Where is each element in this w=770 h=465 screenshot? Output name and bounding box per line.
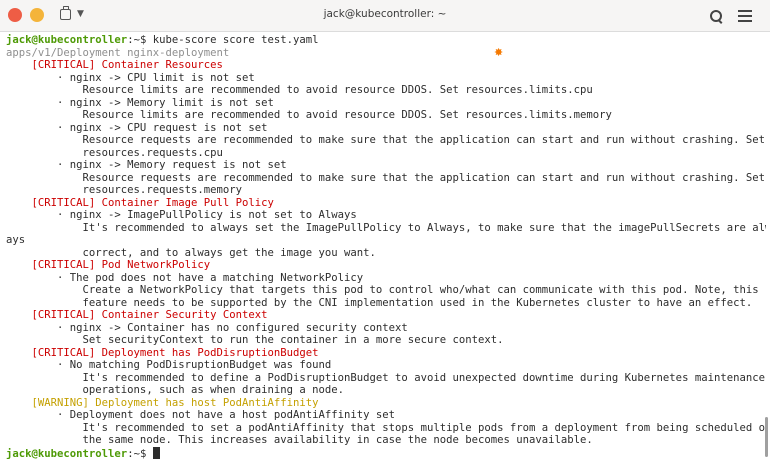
- critical-heading: [CRITICAL] Container Image Pull Policy: [6, 196, 274, 209]
- command-text: kube-score score test.yaml: [152, 34, 319, 46]
- prompt-user: jack@kubecontroller: [6, 447, 128, 460]
- output-line: It's recommended to always set the Image…: [6, 221, 766, 234]
- output-line: the same node. This increases availabili…: [6, 434, 593, 446]
- terminal-output[interactable]: ✸ jack@kubecontroller:~$ kube-score scor…: [0, 32, 766, 465]
- menu-bar-2: [738, 15, 752, 17]
- text-cursor: [152, 446, 160, 459]
- output-line: operations, such as when draining a node…: [6, 384, 345, 396]
- output-line: · nginx -> Memory limit is not set: [6, 96, 274, 109]
- hamburger-menu-icon[interactable]: [738, 10, 752, 22]
- prompt-line: jack@kubecontroller:~$ kube-score score …: [6, 34, 319, 47]
- output-line: · nginx -> ImagePullPolicy is not set to…: [6, 209, 357, 221]
- output-line: · The pod does not have a matching Netwo…: [6, 271, 364, 284]
- spark-icon: ✸: [494, 46, 504, 59]
- warning-heading: [WARNING] Deployment has host PodAntiAff…: [6, 396, 319, 409]
- prompt-path: :~$: [127, 447, 153, 460]
- terminal-window: ▼ jack@kubecontroller: ~ ✸ jack@kubecont…: [0, 0, 770, 465]
- critical-heading: [CRITICAL] Pod NetworkPolicy: [6, 259, 211, 271]
- output-line: · nginx -> CPU limit is not set: [6, 71, 255, 84]
- output-line: Resource limits are recommended to avoid…: [6, 84, 593, 96]
- menu-bar-1: [738, 10, 752, 12]
- output-line: It's recommended to define a PodDisrupti…: [6, 371, 765, 384]
- output-line: ays: [6, 234, 26, 246]
- output-line: · nginx -> Memory request is not set: [6, 159, 287, 171]
- critical-heading: [CRITICAL] Container Resources: [6, 59, 223, 71]
- title-bar: ▼ jack@kubecontroller: ~: [0, 0, 770, 32]
- critical-heading: [CRITICAL] Container Security Context: [6, 309, 268, 321]
- output-line: · nginx -> Container has no configured s…: [6, 321, 408, 334]
- output-line: · Deployment does not have a host podAnt…: [6, 409, 396, 421]
- window-title: jack@kubecontroller: ~: [323, 8, 447, 20]
- search-icon[interactable]: [708, 8, 724, 24]
- output-line: feature needs to be supported by the CNI…: [6, 296, 753, 309]
- critical-heading: [CRITICAL] Deployment has PodDisruptionB…: [6, 346, 319, 359]
- resource-kind-line: apps/v1/Deployment nginx-deployment: [6, 46, 230, 59]
- search-handle: [717, 19, 723, 24]
- prompt-line: jack@kubecontroller:~$: [6, 446, 160, 460]
- output-line: resources.requests.memory: [6, 184, 242, 196]
- output-line: resources.requests.cpu: [6, 146, 223, 159]
- output-line: Set securityContext to run the container…: [6, 334, 504, 346]
- prompt-path: :~$: [127, 34, 153, 46]
- output-line: Create a NetworkPolicy that targets this…: [6, 284, 759, 296]
- output-line: · nginx -> CPU request is not set: [6, 121, 268, 134]
- menu-bar-3: [738, 20, 752, 22]
- prompt-user: jack@kubecontroller: [6, 34, 128, 46]
- output-line: · No matching PodDisruptionBudget was fo…: [6, 359, 332, 371]
- scrollbar-thumb[interactable]: [765, 417, 768, 457]
- output-line: It's recommended to set a podAntiAffinit…: [6, 421, 766, 434]
- output-line: Resource limits are recommended to avoid…: [6, 109, 612, 121]
- scrollbar[interactable]: [764, 32, 770, 465]
- output-line: Resource requests are recommended to mak…: [6, 134, 765, 146]
- output-line: Resource requests are recommended to mak…: [6, 171, 765, 184]
- output-line: correct, and to always get the image you…: [6, 246, 376, 259]
